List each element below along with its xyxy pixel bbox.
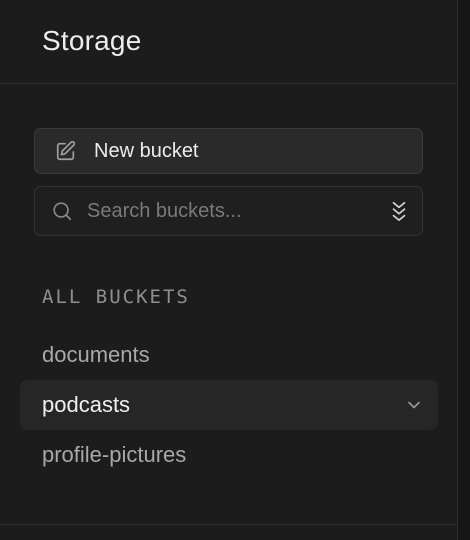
new-bucket-label: New bucket — [94, 139, 199, 162]
right-panel-edge — [458, 0, 470, 540]
storage-sidebar: Storage New bucket ALL BUCKETS — [0, 0, 458, 540]
footer-divider — [0, 524, 458, 525]
sidebar-header: Storage — [0, 0, 457, 84]
search-input[interactable] — [87, 199, 377, 223]
bucket-item-podcasts[interactable]: podcasts — [20, 380, 438, 430]
section-label-all-buckets: ALL BUCKETS — [42, 286, 190, 308]
sort-chevrons-icon[interactable] — [388, 200, 410, 222]
bucket-item-profile-pictures[interactable]: profile-pictures — [20, 430, 438, 480]
bucket-item-documents[interactable]: documents — [20, 330, 438, 380]
search-icon — [51, 200, 73, 222]
chevron-down-icon[interactable] — [404, 395, 424, 415]
page-title: Storage — [42, 24, 142, 56]
new-bucket-button[interactable]: New bucket — [34, 128, 423, 174]
bucket-name: podcasts — [42, 392, 131, 417]
search-box — [34, 186, 423, 236]
edit-icon — [55, 140, 77, 162]
bucket-name: documents — [42, 342, 150, 367]
bucket-name: profile-pictures — [42, 442, 187, 467]
